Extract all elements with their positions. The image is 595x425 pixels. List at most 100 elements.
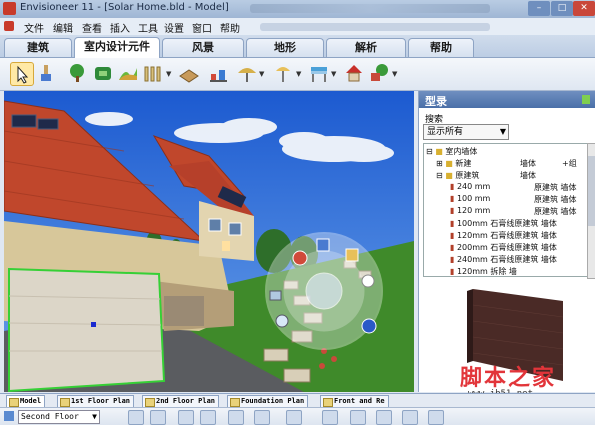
tree-row-label: 120mm 拆除 墙 — [456, 267, 517, 276]
floor-selector[interactable]: Second Floor ▼ — [18, 410, 100, 424]
menu-insert[interactable]: 插入 — [110, 20, 130, 35]
awning-icon[interactable] — [308, 62, 330, 84]
plan-view-button[interactable] — [150, 410, 166, 425]
camera-button[interactable] — [254, 410, 270, 425]
sheet-tabs: Model 1st Floor Plan 2nd Floor Plan Foun… — [0, 393, 595, 408]
minimize-button[interactable]: – — [528, 1, 550, 16]
menu-app-icon[interactable] — [4, 21, 14, 31]
wall-icon: ▮ — [450, 206, 455, 215]
fence-dropdown-arrow[interactable]: ▼ — [166, 70, 171, 78]
paint-brush-icon[interactable] — [35, 62, 57, 84]
radial-tool-wheel[interactable] — [265, 232, 383, 350]
tree-row-tag: 墙体 — [520, 159, 536, 168]
tree-row-label: 200mm 石膏线原建筑 墙体 — [456, 243, 557, 252]
lamp-icon[interactable] — [272, 62, 294, 84]
sheet-icon — [145, 398, 155, 407]
window-title: Envisioneer 11 - [Solar Home.bld - Model… — [20, 2, 229, 13]
awning-dropdown-arrow[interactable]: ▼ — [331, 70, 336, 78]
tree-row[interactable]: ▮ 200mm 石膏线原建筑 墙体 — [450, 242, 557, 253]
elevation-button[interactable] — [178, 410, 194, 425]
tree-row[interactable]: ▮ 100mm 石膏线原建筑 墙体 — [450, 218, 557, 229]
menu-tools[interactable]: 工具 — [138, 20, 158, 35]
tree-scrollbar[interactable] — [587, 143, 595, 279]
tree-row[interactable]: ▮ 100 mm 原建筑 墙体 — [450, 194, 586, 204]
garden-icon[interactable] — [368, 62, 390, 84]
close-button[interactable]: ✕ — [573, 1, 595, 16]
wall-icon: ▮ — [450, 243, 455, 252]
filter-value: 显示所有 — [427, 127, 464, 137]
3d-viewport[interactable] — [4, 91, 414, 392]
grid-button[interactable] — [350, 410, 366, 425]
tree-icon[interactable] — [66, 62, 88, 84]
scrollbar-thumb[interactable] — [588, 156, 595, 226]
tree-row-label: 新建 — [455, 159, 472, 168]
menu-file[interactable]: 文件 — [24, 20, 44, 35]
umbrella-dropdown-arrow[interactable]: ▼ — [259, 70, 264, 78]
render-button[interactable] — [228, 410, 244, 425]
tree-row[interactable]: ⊟ ■ 室内墙体 — [426, 146, 477, 157]
tree-row-label: 240mm 石膏线原建筑 墙体 — [456, 255, 557, 264]
tab-interior[interactable]: 室内设计元件 — [74, 37, 160, 58]
wall-icon: ▮ — [450, 182, 455, 191]
maximize-button[interactable]: □ — [551, 1, 573, 16]
tree-row-label: 室内墙体 — [445, 147, 478, 156]
view-mode-button[interactable] — [128, 410, 144, 425]
lighting-button[interactable] — [286, 410, 302, 425]
tree-row-tag: 原建筑 墙体 — [534, 183, 577, 192]
select-arrow-icon[interactable] — [10, 62, 34, 86]
menu-bar: 文件 编辑 查看 插入 工具 设置 窗口 帮助 — [0, 18, 595, 36]
tree-row-label: 100 mm — [456, 194, 491, 203]
snap-button[interactable] — [376, 410, 392, 425]
app-icon — [3, 2, 16, 15]
collapse-icon[interactable]: ⊟ — [426, 147, 433, 156]
title-bar: Envisioneer 11 - [Solar Home.bld - Model… — [0, 0, 595, 18]
tab-help[interactable]: 帮助 — [408, 38, 474, 57]
tab-landscape[interactable]: 风景 — [162, 38, 244, 57]
collapse-icon[interactable]: ⊟ — [436, 171, 443, 180]
birdhouse-icon[interactable] — [343, 62, 365, 84]
ribbon-tabs: 建筑 室内设计元件 风景 地形 解析 帮助 — [0, 35, 595, 58]
menu-help[interactable]: 帮助 — [220, 20, 240, 35]
tree-row[interactable]: ▮ 120mm 拆除 墙 — [450, 266, 517, 276]
tab-terrain[interactable]: 地形 — [246, 38, 324, 57]
pan-button[interactable] — [428, 410, 444, 425]
chevron-down-icon: ▼ — [499, 127, 506, 136]
sheet-icon — [230, 398, 240, 407]
tree-row[interactable]: ⊟ ■ 原建筑 墙体 — [436, 170, 586, 181]
tab-analysis[interactable]: 解析 — [326, 38, 406, 57]
menu-settings[interactable]: 设置 — [164, 20, 184, 35]
garden-dropdown-arrow[interactable]: ▼ — [392, 70, 397, 78]
sun-button[interactable] — [322, 410, 338, 425]
tree-row-label: 100mm 石膏线原建筑 墙体 — [456, 219, 557, 228]
tree-row[interactable]: ▮ 120mm 石膏线原建筑 墙体 — [450, 230, 557, 241]
bottom-toolbar: Second Floor ▼ — [0, 407, 595, 425]
sheet-icon — [60, 398, 70, 407]
zoom-button[interactable] — [402, 410, 418, 425]
gazebo-icon[interactable] — [207, 62, 229, 84]
wall-icon: ▮ — [450, 194, 455, 203]
deck-icon[interactable] — [178, 62, 200, 84]
watermark-text: 脚本之家 — [460, 365, 557, 391]
tree-row[interactable]: ▮ 240mm 石膏线原建筑 墙体 — [450, 254, 557, 265]
menu-edit[interactable]: 编辑 — [53, 20, 73, 35]
lamp-dropdown-arrow[interactable]: ▼ — [296, 70, 301, 78]
tree-row[interactable]: ⊞ ■ 新建 墙体 +组 — [436, 158, 586, 169]
hedge-icon[interactable] — [92, 62, 114, 84]
umbrella-icon[interactable] — [236, 62, 258, 84]
menu-view[interactable]: 查看 — [82, 20, 102, 35]
tree-row[interactable]: ▮ 120 mm 原建筑 墙体 — [450, 206, 586, 216]
pin-icon[interactable] — [582, 95, 590, 104]
catalog-tree[interactable]: ⊟ ■ 室内墙体 ⊞ ■ 新建 墙体 +组 ⊟ ■ 原建筑 墙体 ▮ 240 m… — [423, 143, 589, 277]
expand-icon[interactable]: ⊞ — [436, 159, 443, 168]
toolbar: ▼ ▼ ▼ ▼ ▼ — [0, 58, 595, 91]
tree-row[interactable]: ▮ 240 mm 原建筑 墙体 — [450, 182, 586, 192]
walkthrough-button[interactable] — [200, 410, 216, 425]
wall-icon: ▮ — [450, 255, 455, 264]
tree-row-label: 240 mm — [456, 182, 491, 191]
terrain-icon[interactable] — [117, 62, 139, 84]
fence-icon[interactable] — [142, 62, 164, 84]
tab-architecture[interactable]: 建筑 — [4, 38, 72, 57]
menu-window[interactable]: 窗口 — [192, 20, 212, 35]
sheet-icon — [9, 398, 19, 407]
filter-dropdown[interactable]: 显示所有 ▼ — [423, 124, 509, 140]
